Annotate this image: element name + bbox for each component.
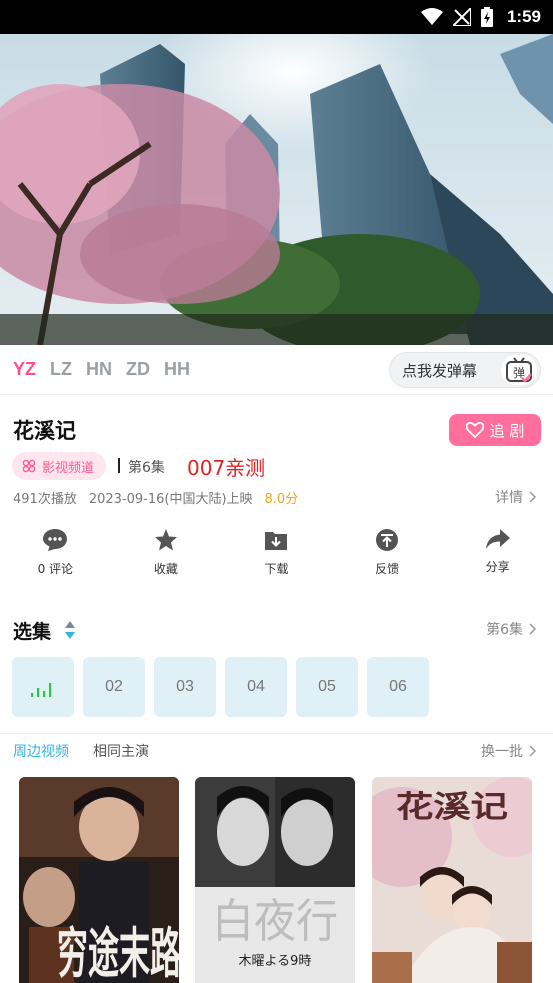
related-poster-2[interactable]: 白夜行 木曜よる9時 (195, 777, 355, 983)
details-link[interactable]: 详情 (495, 487, 537, 507)
status-bar: 1:59 (0, 0, 553, 34)
clock: 1:59 (506, 7, 541, 26)
episode-03[interactable]: 03 (154, 657, 216, 717)
poster-2-caption: 木曜よる9時 (239, 954, 312, 969)
chevron-right-icon (529, 623, 537, 635)
comment-button[interactable]: 0 评论 (0, 528, 111, 588)
related-poster-1[interactable]: 穷途末路 (19, 777, 179, 983)
poster-1-art: 穷途末路 (19, 777, 179, 983)
refresh-batch-button[interactable]: 换一批 (481, 741, 537, 761)
episode-current-label: 第6集 (486, 622, 523, 638)
channel-label: 影视频道 (42, 460, 95, 476)
download-button[interactable]: 下载 (221, 528, 332, 588)
related-tabs: 周边视频 相同主演 (13, 741, 149, 761)
poster-3-title: 花溪记 (396, 790, 508, 825)
danmu-tv-icon: 弹 (506, 357, 532, 383)
download-icon (265, 532, 288, 550)
divider (0, 733, 553, 734)
line-lz[interactable]: LZ (50, 359, 72, 380)
comment-label: 0 评论 (37, 562, 74, 576)
star-icon (154, 529, 177, 551)
episode-02[interactable]: 02 (83, 657, 145, 717)
share-label: 分享 (485, 560, 510, 574)
follow-button[interactable]: 追 剧 (449, 414, 541, 446)
battery-icon (480, 7, 493, 27)
video-player[interactable] (0, 34, 553, 345)
episode-04[interactable]: 04 (225, 657, 287, 717)
related-poster-3[interactable]: 花溪记 (372, 777, 532, 983)
episode-06[interactable]: 06 (367, 657, 429, 717)
feedback-button[interactable]: 反馈 (332, 528, 443, 588)
episode-05[interactable]: 05 (296, 657, 358, 717)
show-meta: 491次播放 2023-09-16(中国大陆)上映 8.0分 (13, 488, 298, 507)
poster-1-title: 穷途末路 (57, 921, 179, 983)
follow-label: 追 剧 (489, 421, 525, 440)
current-episode-label: 第6集 (128, 460, 165, 476)
favorite-button[interactable]: 收藏 (111, 528, 222, 588)
danmu-prompt: 点我发弹幕 (402, 361, 478, 380)
source-line-list: YZ LZ HN ZD HH (13, 359, 190, 380)
chevron-right-icon (529, 745, 537, 757)
episode-section-title: 选集 (13, 621, 52, 643)
feedback-icon (376, 529, 399, 551)
refresh-label: 换一批 (481, 744, 523, 760)
score: 8.0分 (264, 492, 299, 507)
details-label: 详情 (495, 490, 523, 506)
poster-2-title: 白夜行 (212, 894, 338, 948)
release-date: 2023-09-16(中国大陆)上映 (88, 492, 253, 507)
tab-same-cast[interactable]: 相同主演 (93, 741, 149, 761)
line-yz[interactable]: YZ (13, 359, 36, 380)
video-frame (0, 34, 553, 345)
line-zd[interactable]: ZD (126, 359, 150, 380)
share-button[interactable]: 分享 (442, 528, 553, 588)
channel-tag[interactable]: 影视频道 (12, 452, 107, 480)
line-hh[interactable]: HH (164, 359, 190, 380)
sort-icon[interactable] (64, 620, 76, 640)
line-hn[interactable]: HN (86, 359, 112, 380)
poster-2-art: 白夜行 木曜よる9時 (195, 777, 355, 983)
separator (118, 458, 120, 473)
episode-01-playing[interactable] (12, 657, 74, 717)
play-count: 491次播放 (13, 492, 77, 507)
source-line-bar: YZ LZ HN ZD HH 点我发弹幕 弹 (0, 345, 553, 395)
danmu-input-pill[interactable]: 点我发弹幕 弹 (389, 352, 541, 388)
episode-current-link[interactable]: 第6集 (486, 619, 537, 639)
comment-icon (43, 529, 68, 551)
show-title: 花溪记 (13, 419, 76, 443)
episode-list: 02 03 04 05 06 (12, 657, 429, 717)
playing-bars-icon (31, 683, 52, 697)
heart-icon (465, 422, 484, 438)
action-bar: 0 评论 收藏 下载 反馈 分享 (0, 528, 553, 588)
channel-icon (22, 459, 36, 473)
poster-3-art: 花溪记 (372, 777, 532, 983)
signal-icon (452, 8, 471, 26)
feedback-label: 反馈 (375, 562, 400, 576)
promo-text: 007亲测 (187, 456, 266, 480)
favorite-label: 收藏 (153, 562, 178, 576)
chevron-right-icon (529, 491, 537, 503)
share-icon (485, 529, 510, 549)
download-label: 下载 (264, 562, 289, 576)
tab-related-videos[interactable]: 周边视频 (13, 741, 69, 761)
wifi-icon (420, 8, 443, 25)
danmu-toggle-button[interactable]: 弹 (501, 355, 537, 385)
